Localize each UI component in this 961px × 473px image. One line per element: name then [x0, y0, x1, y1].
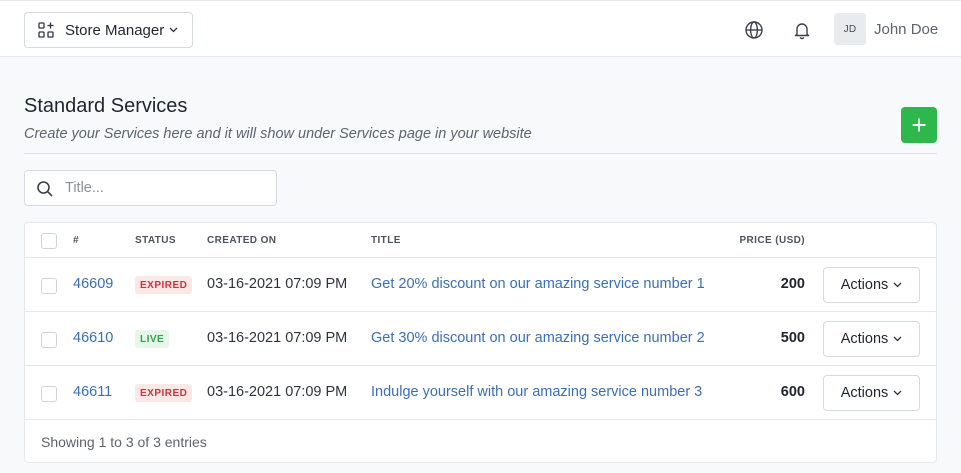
chevron-down-icon	[169, 27, 178, 33]
plus-icon	[911, 117, 927, 133]
search-input[interactable]	[65, 178, 265, 198]
header-title: TITLE	[371, 235, 401, 246]
row-created-on: 03-16-2021 07:09 PM	[207, 384, 348, 400]
actions-button[interactable]: Actions	[823, 321, 920, 357]
status-badge: EXPIRED	[135, 384, 193, 402]
chevron-down-icon	[893, 282, 902, 288]
row-id-link[interactable]: 46611	[73, 384, 112, 400]
actions-button[interactable]: Actions	[823, 375, 920, 411]
header-price: PRICE (USD)	[739, 235, 805, 246]
top-bar: Store Manager JD John Doe	[0, 0, 961, 57]
row-created-on: 03-16-2021 07:09 PM	[207, 330, 348, 346]
row-id-link[interactable]: 46609	[73, 276, 113, 292]
header-divider	[24, 153, 937, 154]
status-badge: EXPIRED	[135, 276, 193, 294]
username[interactable]: John Doe	[874, 21, 938, 38]
store-manager-dropdown[interactable]: Store Manager	[24, 12, 193, 48]
actions-label: Actions	[840, 385, 889, 401]
page-subtitle: Create your Services here and it will sh…	[24, 126, 532, 142]
row-title-link[interactable]: Get 30% discount on our amazing service …	[371, 330, 705, 346]
search-icon	[36, 180, 54, 198]
actions-label: Actions	[840, 331, 889, 347]
table-footer-info: Showing 1 to 3 of 3 entries	[41, 434, 207, 450]
table-row: 46611 EXPIRED 03-16-2021 07:09 PM Indulg…	[25, 366, 936, 420]
actions-label: Actions	[840, 277, 889, 293]
row-checkbox[interactable]	[41, 332, 57, 348]
table-row: 46610 LIVE 03-16-2021 07:09 PM Get 30% d…	[25, 312, 936, 366]
store-manager-label: Store Manager	[65, 21, 165, 39]
page-title: Standard Services	[24, 95, 188, 117]
row-created-on: 03-16-2021 07:09 PM	[207, 276, 348, 292]
row-title-link[interactable]: Indulge yourself with our amazing servic…	[371, 384, 702, 400]
add-service-button[interactable]	[901, 107, 937, 143]
search-box	[24, 170, 277, 206]
table-header: # STATUS CREATED ON TITLE PRICE (USD)	[25, 223, 936, 258]
status-badge: LIVE	[135, 330, 170, 348]
row-price: 500	[780, 330, 805, 346]
select-all-checkbox[interactable]	[41, 233, 57, 249]
avatar-initials: JD	[843, 23, 857, 35]
row-checkbox[interactable]	[41, 278, 57, 294]
bell-icon[interactable]	[792, 20, 812, 40]
header-id: #	[73, 235, 79, 246]
services-table: # STATUS CREATED ON TITLE PRICE (USD) 46…	[24, 222, 937, 463]
header-status: STATUS	[135, 235, 176, 246]
table-row: 46609 EXPIRED 03-16-2021 07:09 PM Get 20…	[25, 258, 936, 312]
chevron-down-icon	[893, 390, 902, 396]
row-price: 600	[780, 384, 805, 400]
chevron-down-icon	[893, 336, 902, 342]
globe-icon[interactable]	[744, 20, 764, 40]
actions-button[interactable]: Actions	[823, 267, 920, 303]
row-id-link[interactable]: 46610	[73, 330, 113, 346]
row-title-link[interactable]: Get 20% discount on our amazing service …	[371, 276, 705, 292]
row-checkbox[interactable]	[41, 386, 57, 402]
avatar[interactable]: JD	[834, 13, 866, 45]
row-price: 200	[780, 276, 805, 292]
header-created-on: CREATED ON	[207, 235, 277, 246]
grid-plus-icon	[38, 22, 54, 38]
